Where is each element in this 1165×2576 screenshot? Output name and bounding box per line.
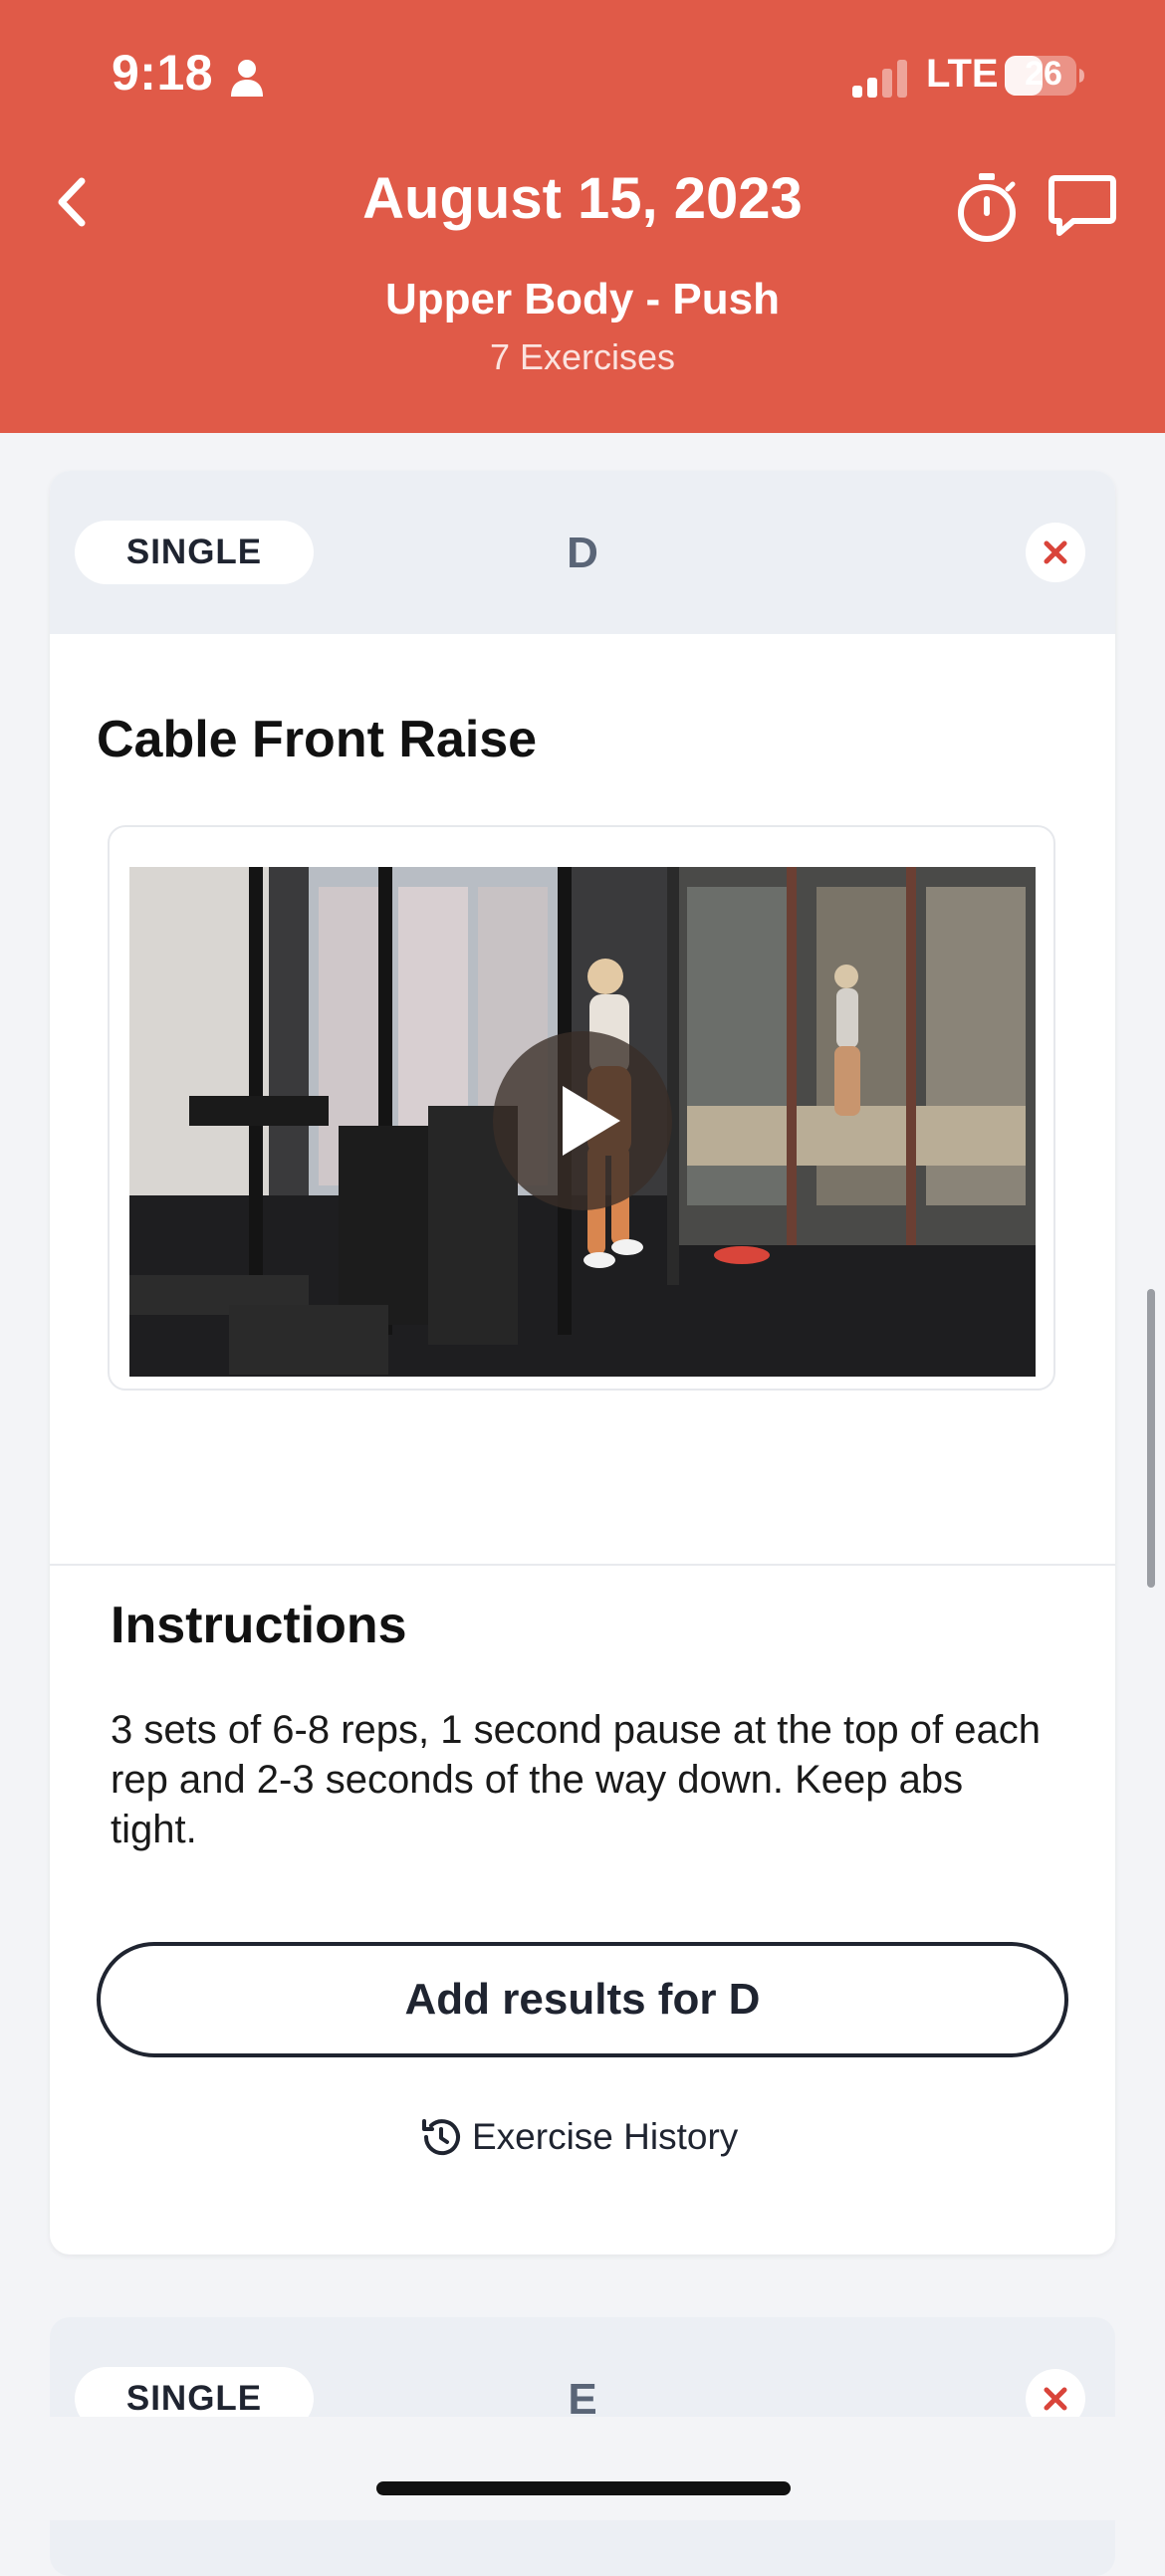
history-icon: [422, 2119, 460, 2156]
play-icon[interactable]: [493, 1031, 672, 1210]
exercise-card-header: SINGLE D: [50, 471, 1115, 634]
stopwatch-icon[interactable]: [952, 171, 1022, 245]
exercise-history-label: Exercise History: [472, 2116, 739, 2157]
battery-level: 26: [1025, 55, 1062, 93]
section-divider: [50, 1564, 1115, 1566]
exercise-type-pill: SINGLE: [75, 521, 314, 584]
exercise-video-thumbnail[interactable]: [129, 867, 1036, 1377]
exercise-count: 7 Exercises: [489, 336, 676, 377]
exercise-name: Cable Front Raise: [97, 711, 538, 768]
person-icon: [231, 60, 263, 97]
home-indicator[interactable]: [376, 2481, 791, 2495]
instructions-text: 3 sets of 6-8 reps, 1 second pause at th…: [111, 1708, 1041, 1851]
workout-name: Upper Body - Push: [384, 275, 781, 323]
close-icon: [1044, 2387, 1067, 2411]
workout-header: 9:18 LTE 26 August 15, 2023 Upper Body -…: [0, 0, 1165, 433]
message-icon[interactable]: [1048, 173, 1117, 239]
status-bar: 9:18 LTE 26: [0, 0, 1165, 139]
workout-date-title: August 15, 2023: [362, 166, 803, 231]
cellular-signal-icon: [852, 60, 907, 98]
status-time: 9:18: [112, 45, 214, 101]
exercise-video-card[interactable]: [108, 825, 1055, 1391]
instructions-heading: Instructions: [111, 1597, 407, 1654]
exercise-card: SINGLE D Cable Front Raise Instructions …: [50, 471, 1115, 2254]
remove-exercise-button[interactable]: [1026, 523, 1085, 582]
chevron-left-icon[interactable]: [40, 167, 110, 237]
scrollbar[interactable]: [1147, 1289, 1155, 1588]
exercise-group-letter: D: [567, 529, 598, 577]
add-results-button[interactable]: Add results for D: [97, 1942, 1068, 2057]
close-icon: [1044, 540, 1067, 564]
network-type: LTE: [926, 52, 999, 96]
bottom-safe-area: [0, 2417, 1165, 2520]
exercise-history-link[interactable]: Exercise History: [416, 2109, 738, 2165]
